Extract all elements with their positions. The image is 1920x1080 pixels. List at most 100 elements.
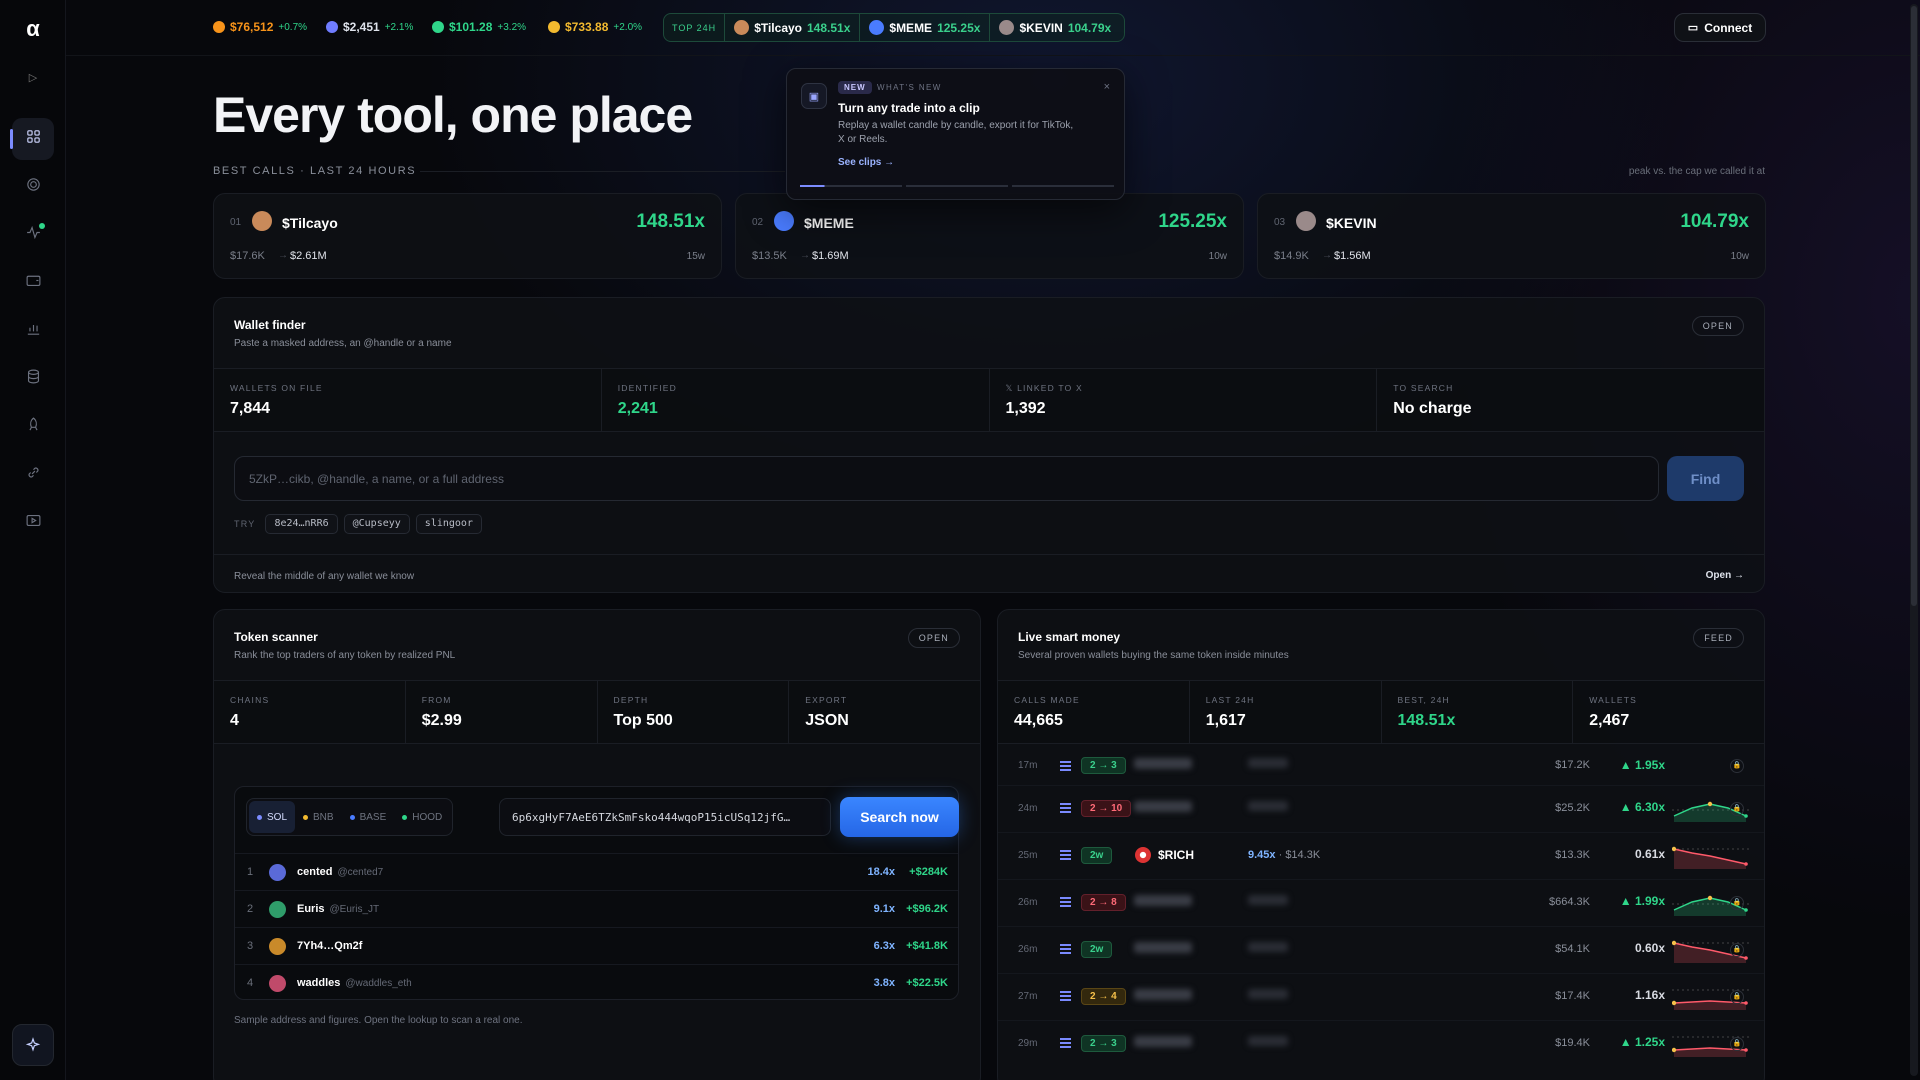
table-row[interactable]: 2 Euris @Euris_JT 9.1x +$96.2K	[235, 890, 958, 927]
try-chip[interactable]: 8e24…nRR6	[265, 514, 338, 534]
feed-row[interactable]: 17m 2 → 3 $17.2K ▲ 1.95x 🔒	[998, 748, 1764, 785]
sidebar-item-link[interactable]	[12, 454, 54, 496]
token-name: $Tilcayo	[282, 215, 338, 231]
ticker-1[interactable]: $2,451 +2.1%	[326, 20, 413, 34]
signal-icon	[1060, 944, 1071, 954]
lock-icon[interactable]: 🔒	[1730, 896, 1744, 910]
wallet-count-badge: 2 → 10	[1081, 800, 1132, 817]
peak-point	[1672, 1000, 1677, 1006]
token-address-input[interactable]	[499, 798, 831, 836]
current-point	[1744, 1048, 1748, 1052]
sidebar-item-rocket[interactable]	[12, 406, 54, 448]
sidebar-item-dashboard[interactable]	[10, 118, 54, 160]
feed-row[interactable]: 26m 2w $54.1K 0.60x 🔒	[998, 926, 1764, 973]
token-name: $KEVIN	[1019, 20, 1063, 35]
avatar	[269, 864, 286, 881]
lock-icon[interactable]: 🔒	[1730, 1037, 1744, 1051]
top-24h-label: TOP 24H	[664, 14, 726, 41]
sidebar-item-database[interactable]	[12, 358, 54, 400]
best-call-card[interactable]: 01 $Tilcayo 148.51x $17.6K → $2.61M 15w	[213, 193, 722, 279]
sidebar-item-charts[interactable]	[12, 310, 54, 352]
lock-icon[interactable]: 🔒	[1730, 759, 1744, 773]
best-call-card[interactable]: 03 $KEVIN 104.79x $14.9K → $1.56M 10w	[1257, 193, 1766, 279]
progress-segment	[906, 185, 1008, 187]
top24-item[interactable]: $Tilcayo 148.51x	[725, 14, 861, 41]
try-chip[interactable]: @Cupseyy	[343, 514, 410, 534]
stat-cell: LAST 24H 1,617	[1190, 681, 1382, 743]
lock-icon[interactable]: 🔒	[1730, 990, 1744, 1004]
best-call-card[interactable]: 02 $MEME 125.25x $13.5K → $1.69M 10w	[735, 193, 1244, 279]
stat-value: Top 500	[613, 712, 673, 729]
ticker-2[interactable]: $101.28 +3.2%	[432, 20, 526, 34]
chain-dot	[349, 814, 355, 820]
wallet-search-input[interactable]	[234, 456, 1659, 501]
open-button[interactable]: OPEN	[1691, 316, 1744, 336]
call-multiple: 125.25x	[1158, 211, 1227, 232]
trader-pnl: +$284K	[909, 866, 948, 878]
ticker-3[interactable]: $733.88 +2.0%	[548, 20, 642, 34]
feed-button[interactable]: FEED	[1693, 628, 1744, 648]
chain-tab-hood[interactable]: HOOD	[394, 801, 450, 833]
feed-multiple: ▲ 1.25x	[1619, 1035, 1665, 1049]
footer-open-link[interactable]: Open →	[1706, 570, 1744, 581]
table-row[interactable]: 1 cented @cented7 18.4x +$284K	[235, 853, 958, 890]
chain-tab-base[interactable]: BASE	[342, 801, 395, 833]
sidebar-item-clips[interactable]	[12, 502, 54, 544]
whats-new-popup[interactable]: ▣ NEW WHAT'S NEW × Turn any trade into a…	[786, 68, 1125, 200]
scrollbar-thumb[interactable]	[1911, 6, 1917, 606]
chain-tab-bnb[interactable]: BNB	[295, 801, 342, 833]
feed-row[interactable]: 24m 2 → 10 $25.2K ▲ 6.30x 🔒	[998, 785, 1764, 832]
top24-item[interactable]: $MEME 125.25x	[860, 14, 991, 41]
hidden-token-name	[1134, 801, 1192, 812]
sparkle-icon[interactable]	[12, 1024, 54, 1066]
top24-item[interactable]: $KEVIN 104.79x	[990, 14, 1120, 41]
search-now-button[interactable]: Search now	[840, 797, 959, 837]
market-cap: $19.4K	[1555, 1037, 1590, 1049]
open-button[interactable]: OPEN	[907, 628, 960, 648]
sidebar-item-activity[interactable]	[12, 214, 54, 256]
try-chip[interactable]: slingoor	[415, 514, 482, 534]
sidebar-item-target[interactable]	[12, 166, 54, 208]
bnb-icon	[548, 21, 560, 33]
called-cap: $17.6K	[230, 250, 265, 262]
chevron-right-icon[interactable]: ▷	[23, 68, 43, 88]
lock-icon[interactable]: 🔒	[1730, 802, 1744, 816]
chain-dot	[303, 814, 309, 820]
wallet-icon	[25, 272, 42, 294]
stat-value: 2,241	[617, 400, 658, 417]
live-stats: CALLS MADE 44,665 LAST 24H 1,617 BEST, 24H 14…	[998, 680, 1764, 744]
token-multiple: 148.51x	[807, 20, 851, 35]
token-name: $Tilcayo	[754, 20, 802, 35]
stat-cell: 𝕏 LINKED TO X 1,392	[990, 369, 1378, 431]
top-24h-strip[interactable]: TOP 24H $Tilcayo 148.51x $MEME 125.25x $KEVI…	[663, 13, 1125, 42]
table-row[interactable]: 3 7Yh4…Qm2f 6.3x +$41.8K	[235, 927, 958, 964]
feed-row[interactable]: 25m 2w $RICH 9.45x · $14.3K $13.3K 0.61x	[998, 832, 1764, 879]
sidebar-item-wallet[interactable]	[12, 262, 54, 304]
ticker-0[interactable]: $76,512 +0.7%	[213, 20, 307, 34]
close-icon[interactable]: ×	[1104, 81, 1110, 93]
stat-cell: CHAINS 4	[214, 681, 406, 743]
stat-cell: BEST, 24H 148.51x	[1382, 681, 1574, 743]
ticker-change: +0.7%	[278, 21, 308, 33]
feed-row[interactable]: 29m 2 → 3 $19.4K ▲ 1.25x 🔒	[998, 1020, 1764, 1067]
trader-multiple: 6.3x	[873, 940, 895, 952]
hidden-token-name	[1134, 942, 1192, 953]
see-clips-link[interactable]: See clips →	[838, 157, 894, 168]
feed-row[interactable]: 27m 2 → 4 $17.4K 1.16x 🔒	[998, 973, 1764, 1020]
table-row[interactable]: 4 waddles @waddles_eth 3.8x +$22.5K	[235, 964, 958, 1001]
chain-tab-sol[interactable]: SOL	[249, 801, 296, 833]
stat-cell: DEPTH Top 500	[598, 681, 790, 743]
feed-time: 26m	[1018, 944, 1038, 955]
find-button[interactable]: Find	[1667, 456, 1744, 501]
current-point	[1744, 908, 1748, 912]
hidden-token-name	[1134, 895, 1192, 906]
logo[interactable]: α	[18, 14, 48, 44]
arrow-icon: →	[1322, 250, 1332, 261]
connect-button[interactable]: ▭ Connect	[1674, 13, 1766, 42]
lock-icon[interactable]: 🔒	[1730, 943, 1744, 957]
hidden-token-name	[1134, 989, 1192, 1000]
live-feed: 17m 2 → 3 $17.2K ▲ 1.95x 🔒 24m 2 → 10 $25.2K ▲ 6…	[998, 748, 1764, 1067]
feed-time: 17m	[1018, 760, 1038, 771]
feed-row[interactable]: 26m 2 → 8 $664.3K ▲ 1.99x 🔒	[998, 879, 1764, 926]
current-point	[1744, 1001, 1748, 1005]
